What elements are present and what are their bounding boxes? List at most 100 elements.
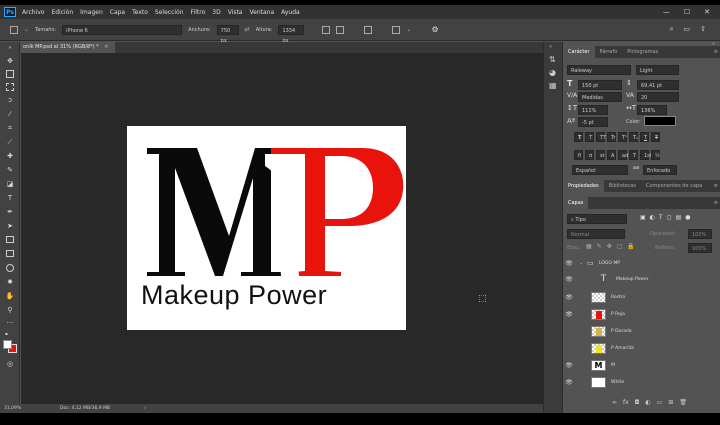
vertical-scale-field[interactable]: 111% bbox=[578, 105, 608, 115]
history-icon[interactable]: ⇅ bbox=[549, 55, 556, 64]
filter-type-icon[interactable]: T bbox=[659, 214, 663, 221]
more-tools-icon[interactable]: ··· bbox=[5, 319, 15, 328]
strikethrough-button[interactable]: T bbox=[651, 132, 660, 142]
tab-bibliotecas[interactable]: Bibliotecas bbox=[604, 183, 641, 189]
portrait-orientation-icon[interactable] bbox=[322, 25, 331, 34]
fractions-button[interactable]: ½ bbox=[651, 150, 660, 160]
stylistic-alternates-button[interactable]: ad bbox=[618, 150, 628, 160]
new-group-icon[interactable]: ▭ bbox=[657, 399, 663, 406]
tab-propiedades[interactable]: Propiedades bbox=[563, 180, 604, 192]
layer-row-white[interactable]: 👁 White bbox=[563, 374, 713, 390]
layer-filter-select[interactable]: ⌕ Tipo bbox=[567, 214, 627, 224]
menu-item-archivo[interactable]: Archivo bbox=[22, 9, 44, 16]
delete-layer-icon[interactable]: 🗑 bbox=[679, 399, 687, 406]
ligatures-button[interactable]: fi bbox=[574, 150, 583, 160]
toolbar-collapse-icon[interactable]: » bbox=[5, 44, 15, 53]
move-tool-icon[interactable]: ✥ bbox=[5, 57, 15, 66]
tab-close-icon[interactable]: ✕ bbox=[104, 44, 108, 50]
lock-position-icon[interactable]: ✥ bbox=[607, 243, 612, 250]
font-family-select[interactable]: Raleway bbox=[567, 65, 631, 75]
brush-tool-icon[interactable]: ✎ bbox=[5, 166, 15, 175]
swap-icon[interactable]: ⇄ bbox=[245, 26, 250, 33]
menu-item-capa[interactable]: Capa bbox=[110, 9, 125, 16]
doc-info[interactable]: Doc: 4,12 MB/36,9 MB bbox=[60, 404, 110, 413]
superscript-button[interactable]: T¹ bbox=[618, 132, 627, 142]
status-arrow-icon[interactable]: › bbox=[144, 404, 146, 413]
align-icon[interactable] bbox=[392, 25, 401, 34]
layer-row-logo-mp[interactable]: 👁 ⌄ ▭ LOGO MP bbox=[563, 255, 713, 271]
workspace-icon[interactable]: ▭ bbox=[684, 25, 691, 34]
artboard-tool-icon[interactable] bbox=[6, 70, 14, 78]
visibility-eye-icon[interactable]: 👁 bbox=[563, 276, 575, 283]
properties-menu-icon[interactable]: ≡ bbox=[709, 183, 720, 189]
marquee-tool-icon[interactable] bbox=[6, 83, 14, 91]
share-icon[interactable]: ⇧ bbox=[700, 25, 706, 34]
visibility-eye-icon[interactable]: 👁 bbox=[563, 379, 575, 386]
menu-item-filtro[interactable]: Filtro bbox=[191, 9, 206, 16]
swash-button[interactable]: A bbox=[607, 150, 616, 160]
menu-item-seleccion[interactable]: Selección bbox=[155, 9, 184, 16]
quick-mask-icon[interactable]: ◎ bbox=[5, 360, 15, 369]
menu-item-texto[interactable]: Texto bbox=[132, 9, 148, 16]
visibility-eye-icon[interactable]: 👁 bbox=[563, 345, 575, 352]
panel-menu-icon[interactable]: ≡ bbox=[709, 49, 720, 55]
faux-italic-button[interactable]: T bbox=[585, 132, 594, 142]
rectangle-tool-icon[interactable] bbox=[6, 236, 14, 243]
layer-row-p-roja[interactable]: 👁 P Roja bbox=[563, 306, 713, 322]
layer-row-p-amarilla[interactable]: 👁 P Amarilla bbox=[563, 340, 713, 356]
tab-pictogramas[interactable]: Pictogramas bbox=[622, 49, 663, 55]
layers-menu-icon[interactable]: ≡ bbox=[709, 200, 720, 206]
visibility-eye-icon[interactable]: 👁 bbox=[563, 260, 575, 267]
tracking-field[interactable]: 20 bbox=[637, 92, 679, 102]
lasso-tool-icon[interactable]: ↄ bbox=[5, 96, 15, 105]
group-expand-chevron-icon[interactable]: ⌄ bbox=[579, 260, 587, 266]
landscape-orientation-icon[interactable] bbox=[336, 25, 345, 34]
faux-bold-button[interactable]: T bbox=[574, 132, 583, 142]
new-layer-icon[interactable]: ⊞ bbox=[668, 399, 673, 406]
text-color-swatch[interactable] bbox=[644, 116, 676, 126]
tab-componentes[interactable]: Componentes de capa bbox=[641, 183, 707, 189]
add-mask-icon[interactable]: ◘ bbox=[635, 399, 640, 406]
default-colors-icon[interactable]: ▪ bbox=[5, 331, 10, 336]
ellipse-tool-icon[interactable] bbox=[6, 264, 14, 272]
language-select[interactable]: Español bbox=[572, 165, 628, 175]
subscript-button[interactable]: T₁ bbox=[629, 132, 638, 142]
filter-smart-object-icon[interactable]: ▤ bbox=[676, 214, 682, 221]
add-artboard-icon[interactable] bbox=[364, 25, 373, 34]
minimize-icon[interactable]: — bbox=[663, 8, 670, 16]
visibility-eye-icon[interactable]: 👁 bbox=[563, 362, 575, 369]
eraser-tool-icon[interactable]: ◪ bbox=[5, 180, 15, 189]
foreground-color-swatch[interactable] bbox=[3, 340, 12, 349]
adjustment-layer-icon[interactable]: ◐ bbox=[645, 399, 650, 406]
menu-item-3d[interactable]: 3D bbox=[212, 9, 220, 16]
baseline-shift-field[interactable]: -5 pt bbox=[578, 117, 608, 127]
menu-item-ayuda[interactable]: Ayuda bbox=[281, 9, 300, 16]
crop-tool-icon[interactable]: ⌗ bbox=[5, 124, 15, 133]
filter-toggle-icon[interactable]: ● bbox=[685, 214, 690, 221]
artboard-tool-icon[interactable] bbox=[10, 25, 18, 34]
swatches-icon[interactable]: ▦ bbox=[549, 81, 557, 90]
pen-tool-icon[interactable]: ✒ bbox=[5, 208, 15, 217]
align-chevron-icon[interactable]: ⌄ bbox=[406, 26, 411, 33]
document-tab[interactable]: oník MP.psd al 31% (RGB/8*) * ✕ bbox=[21, 42, 115, 53]
layer-row-rostro[interactable]: 👁 Rostro bbox=[563, 289, 713, 305]
menu-item-imagen[interactable]: Imagen bbox=[80, 9, 103, 16]
width-field[interactable]: 750 px bbox=[216, 24, 239, 44]
hand-tool-icon[interactable]: ✋ bbox=[5, 292, 15, 301]
healing-brush-tool-icon[interactable]: ✚ bbox=[5, 152, 15, 161]
menu-item-edicion[interactable]: Edición bbox=[51, 9, 73, 16]
zoom-level[interactable]: 31,09% bbox=[4, 404, 21, 413]
text-tool-icon[interactable]: T bbox=[5, 194, 15, 203]
titling-alternates-button[interactable]: T bbox=[629, 150, 638, 160]
layer-style-icon[interactable]: fx bbox=[623, 399, 629, 406]
tab-caracter[interactable]: Carácter bbox=[563, 46, 595, 58]
close-icon[interactable]: ✕ bbox=[704, 8, 710, 16]
blend-mode-select[interactable]: Normal bbox=[567, 229, 625, 239]
discretionary-ligatures-button[interactable]: st bbox=[596, 150, 605, 160]
fill-field[interactable]: 100% bbox=[688, 243, 712, 253]
filter-pixel-icon[interactable]: ▣ bbox=[640, 214, 646, 221]
menu-item-vista[interactable]: Vista bbox=[228, 9, 243, 16]
kerning-select[interactable]: Medidas bbox=[578, 92, 622, 102]
horizontal-scale-field[interactable]: 136% bbox=[637, 105, 667, 115]
custom-shape-tool-icon[interactable]: ✸ bbox=[5, 278, 15, 287]
